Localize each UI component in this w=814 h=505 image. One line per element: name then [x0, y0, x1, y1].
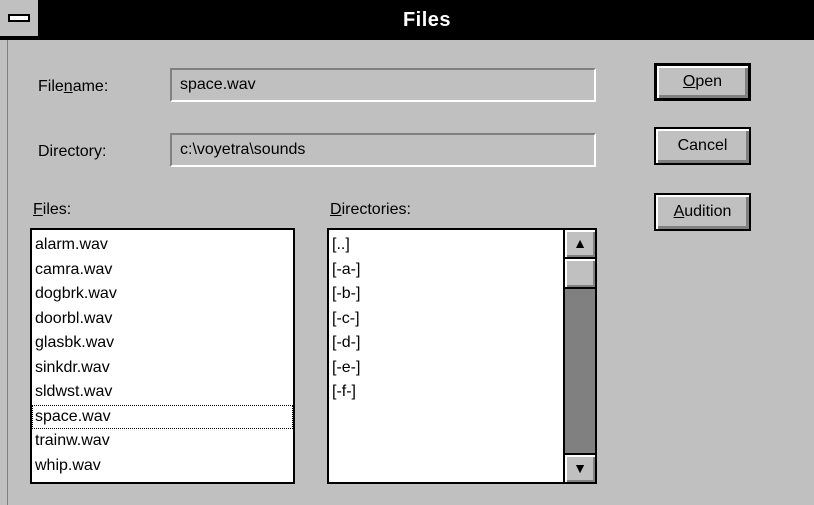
cancel-button[interactable]: Cancel [654, 127, 751, 165]
files-listbox[interactable]: alarm.wav camra.wav dogbrk.wav doorbl.wav gl… [30, 228, 295, 484]
filename-field[interactable]: space.wav [170, 68, 596, 102]
arrow-up-icon[interactable]: ▲ [565, 230, 595, 259]
filename-label: Filename: [38, 78, 109, 95]
directory-list-item[interactable]: [-e-] [329, 356, 595, 381]
file-list-item[interactable]: sldwst.wav [32, 380, 293, 405]
directory-list-item[interactable]: [-b-] [329, 282, 595, 307]
file-list-item[interactable]: trainw.wav [32, 429, 293, 454]
directories-label: Directories: [330, 201, 411, 218]
system-menu-icon[interactable] [0, 0, 40, 38]
directory-list-item[interactable]: [-c-] [329, 307, 595, 332]
file-list-item[interactable]: whip.wav [32, 454, 293, 479]
open-button[interactable]: Open [654, 63, 751, 101]
file-list-item[interactable]: dogbrk.wav [32, 282, 293, 307]
file-list-item[interactable]: glasbk.wav [32, 331, 293, 356]
file-list-item[interactable]: alarm.wav [32, 233, 293, 258]
window-frame-left [0, 40, 8, 505]
directory-list-item[interactable]: [-f-] [329, 380, 595, 405]
directory-list-item[interactable]: [-d-] [329, 331, 595, 356]
directory-list-item[interactable]: [-a-] [329, 258, 595, 283]
title-bar[interactable]: Files [0, 0, 814, 40]
files-label: Files: [33, 201, 72, 218]
arrow-down-icon[interactable]: ▼ [565, 453, 595, 482]
file-list-item[interactable]: doorbl.wav [32, 307, 293, 332]
directory-field: c:\voyetra\sounds [170, 133, 596, 167]
file-list-item[interactable]: space.wav [32, 404, 293, 429]
directory-label: Directory: [38, 143, 107, 160]
scroll-thumb[interactable] [565, 259, 595, 289]
directories-listbox[interactable]: [..] [-a-] [-b-] [-c-] [-d-] [-e-] [-f-] ▲ ▼ [327, 228, 597, 484]
directories-scrollbar[interactable]: ▲ ▼ [563, 230, 595, 482]
file-list-item[interactable]: camra.wav [32, 258, 293, 283]
directory-list-item[interactable]: [..] [329, 233, 595, 258]
window-title: Files [402, 9, 452, 31]
file-list-item[interactable]: sinkdr.wav [32, 356, 293, 381]
audition-button[interactable]: Audition [654, 193, 751, 231]
